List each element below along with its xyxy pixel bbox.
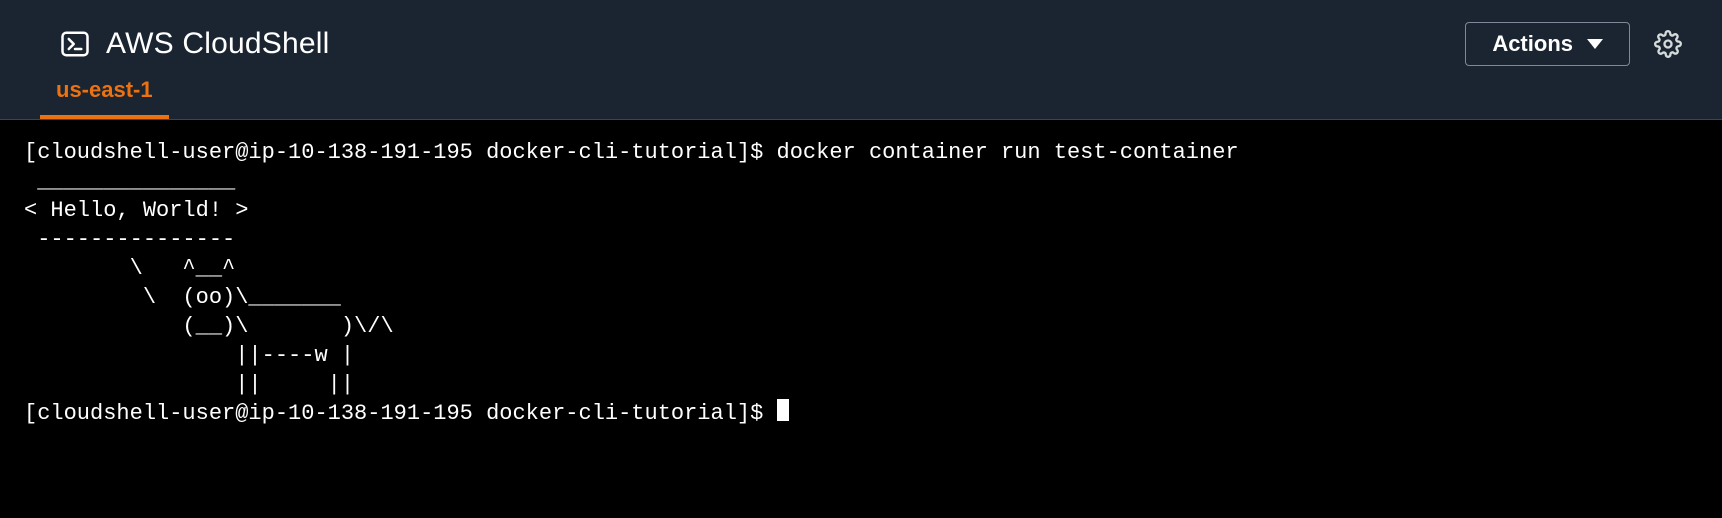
actions-button[interactable]: Actions <box>1465 22 1630 66</box>
prompt: [cloudshell-user@ip-10-138-191-195 docke… <box>24 140 777 165</box>
prompt: [cloudshell-user@ip-10-138-191-195 docke… <box>24 401 777 426</box>
tab-bar: us-east-1 <box>0 70 1722 120</box>
command-output: _______________ < Hello, World! > ------… <box>24 169 394 397</box>
tab-region[interactable]: us-east-1 <box>40 67 169 119</box>
header-bar: AWS CloudShell Actions <box>0 0 1722 70</box>
terminal-output[interactable]: [cloudshell-user@ip-10-138-191-195 docke… <box>0 120 1722 518</box>
terminal-icon <box>60 29 90 59</box>
actions-button-label: Actions <box>1492 31 1573 57</box>
cursor <box>777 399 789 421</box>
page-title: AWS CloudShell <box>106 27 329 61</box>
title-group: AWS CloudShell <box>60 27 329 61</box>
command: docker container run test-container <box>777 140 1239 165</box>
gear-icon[interactable] <box>1654 30 1682 58</box>
header-actions: Actions <box>1465 22 1682 66</box>
chevron-down-icon <box>1587 39 1603 49</box>
